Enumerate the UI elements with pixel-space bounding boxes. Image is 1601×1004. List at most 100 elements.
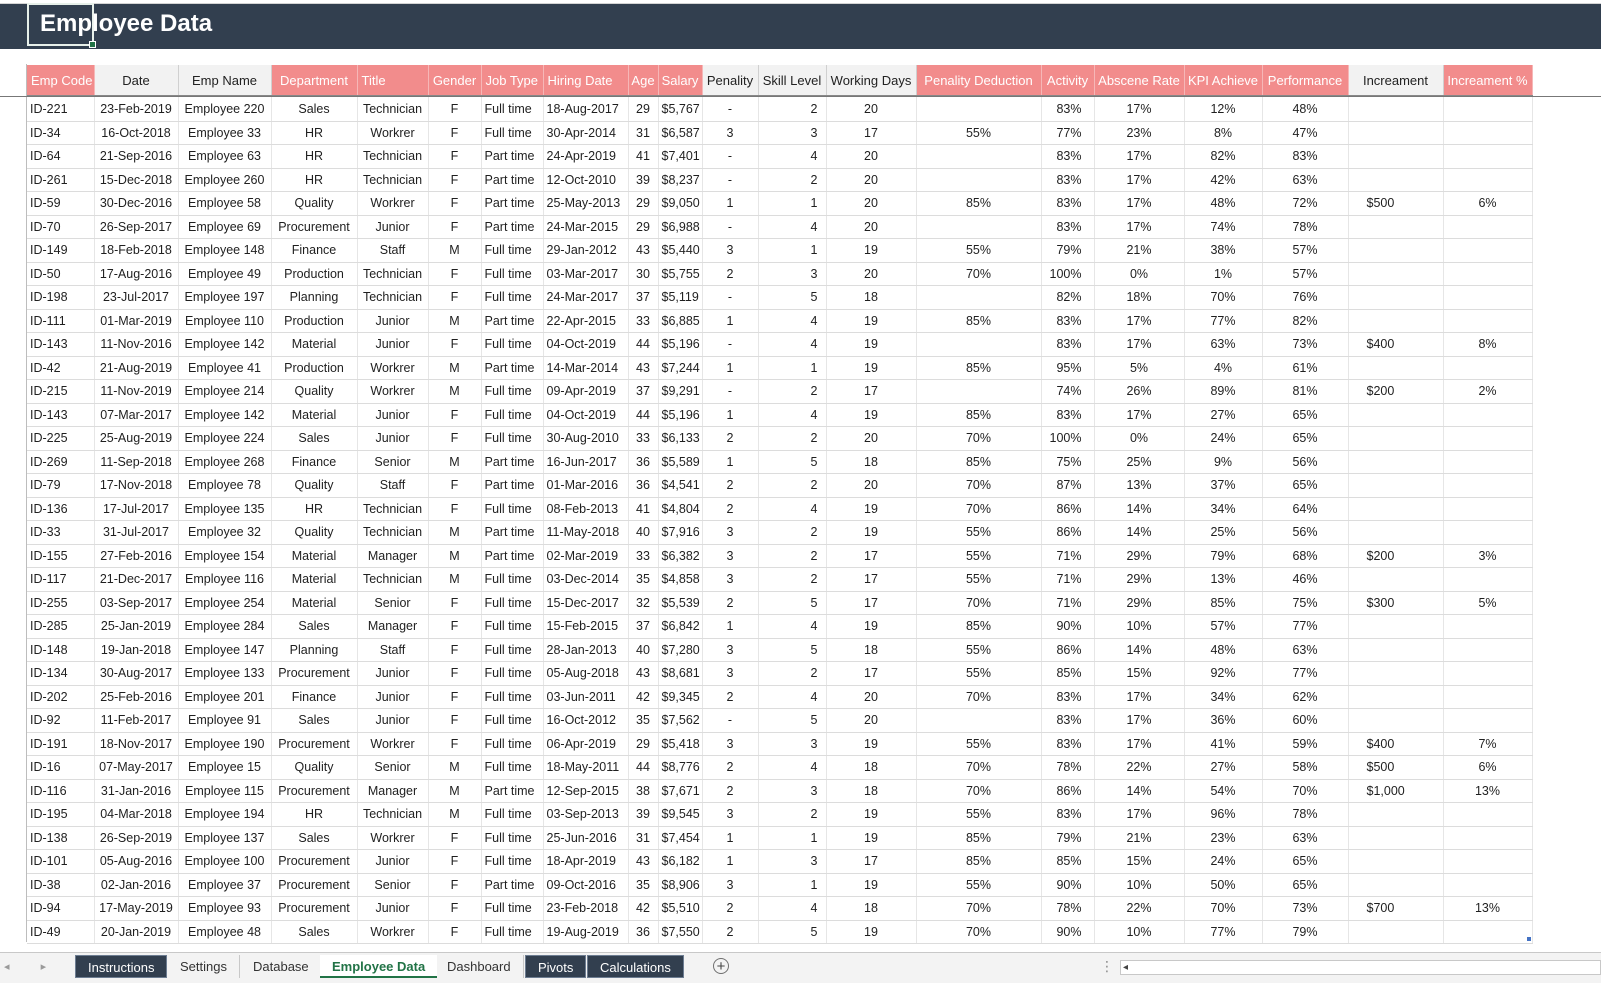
table-cell[interactable]: 19: [826, 356, 917, 380]
table-cell[interactable]: ID-42: [27, 356, 95, 380]
column-header[interactable]: Age: [628, 65, 659, 96]
table-cell[interactable]: [1443, 144, 1533, 169]
table-cell[interactable]: 77%: [1184, 920, 1263, 944]
table-cell[interactable]: [1443, 708, 1533, 733]
table-cell[interactable]: $200: [1348, 544, 1444, 568]
table-cell[interactable]: Planning: [271, 285, 358, 310]
table-cell[interactable]: Employee 33: [178, 121, 272, 145]
table-cell[interactable]: 85%: [1041, 849, 1095, 874]
table-cell[interactable]: 15-Dec-2017: [543, 591, 629, 615]
table-cell[interactable]: 83%: [1041, 215, 1095, 239]
table-cell[interactable]: 65%: [1262, 873, 1349, 897]
table-cell[interactable]: 19: [826, 520, 917, 545]
table-cell[interactable]: Sales: [271, 920, 358, 944]
table-cell[interactable]: 79%: [1262, 920, 1349, 944]
table-cell[interactable]: 21-Sep-2016: [94, 144, 179, 169]
sheet-tab-instructions[interactable]: Instructions: [75, 955, 168, 978]
table-cell[interactable]: 16-Jun-2017: [543, 450, 629, 474]
table-cell[interactable]: Procurement: [271, 873, 358, 897]
table-cell[interactable]: $400: [1348, 732, 1444, 756]
table-cell[interactable]: 27%: [1184, 755, 1263, 780]
table-cell[interactable]: 03-Jun-2011: [543, 685, 629, 709]
table-cell[interactable]: 19: [826, 802, 917, 827]
table-cell[interactable]: Part time: [481, 473, 544, 498]
table-cell[interactable]: 30-Aug-2010: [543, 426, 629, 451]
table-cell[interactable]: Employee 197: [178, 285, 272, 310]
table-cell[interactable]: 5: [758, 285, 827, 310]
table-cell[interactable]: 29%: [1094, 544, 1185, 568]
column-header[interactable]: Penality Deduction: [916, 65, 1042, 96]
table-cell[interactable]: F: [428, 285, 482, 310]
table-cell[interactable]: $500: [1348, 755, 1444, 780]
table-cell[interactable]: Procurement: [271, 661, 358, 686]
table-cell[interactable]: [1348, 121, 1444, 145]
table-cell[interactable]: 74%: [1184, 215, 1263, 239]
table-cell[interactable]: 17: [826, 661, 917, 686]
table-cell[interactable]: 77%: [1041, 121, 1095, 145]
table-cell[interactable]: 14-Mar-2014: [543, 356, 629, 380]
table-cell[interactable]: [1443, 403, 1533, 427]
column-header[interactable]: Skill Level: [758, 65, 827, 96]
table-cell[interactable]: 1: [758, 873, 827, 897]
table-cell[interactable]: -: [702, 215, 759, 239]
table-cell[interactable]: Procurement: [271, 215, 358, 239]
table-cell[interactable]: ID-215: [27, 379, 95, 404]
table-cell[interactable]: Technician: [357, 144, 429, 169]
column-header[interactable]: Performance: [1262, 65, 1349, 96]
table-cell[interactable]: ID-59: [27, 191, 95, 216]
table-cell[interactable]: F: [428, 920, 482, 944]
table-cell[interactable]: 75%: [1041, 450, 1095, 474]
table-cell[interactable]: 10%: [1094, 614, 1185, 639]
table-cell[interactable]: 31-Jul-2017: [94, 520, 179, 545]
table-cell[interactable]: F: [428, 614, 482, 639]
table-cell[interactable]: Employee 69: [178, 215, 272, 239]
table-cell[interactable]: 03-Sep-2013: [543, 802, 629, 827]
table-cell[interactable]: Technician: [357, 802, 429, 827]
table-cell[interactable]: F: [428, 144, 482, 169]
table-cell[interactable]: 72%: [1262, 191, 1349, 216]
table-cell[interactable]: [1443, 873, 1533, 897]
table-cell[interactable]: 03-Sep-2017: [94, 591, 179, 615]
table-cell[interactable]: Material: [271, 567, 358, 592]
table-cell[interactable]: Production: [271, 262, 358, 286]
table-cell[interactable]: $6,587: [658, 121, 703, 145]
table-cell[interactable]: 63%: [1262, 826, 1349, 850]
table-cell[interactable]: 11-May-2018: [543, 520, 629, 545]
table-cell[interactable]: 83%: [1041, 309, 1095, 333]
table-cell[interactable]: 35: [628, 708, 659, 733]
table-cell[interactable]: 4: [758, 309, 827, 333]
table-cell[interactable]: Full time: [481, 403, 544, 427]
table-cell[interactable]: ID-92: [27, 708, 95, 733]
table-cell[interactable]: [1443, 356, 1533, 380]
table-cell[interactable]: [1443, 638, 1533, 662]
table-cell[interactable]: 36: [628, 920, 659, 944]
table-cell[interactable]: 19: [826, 309, 917, 333]
table-cell[interactable]: 55%: [916, 544, 1042, 568]
table-cell[interactable]: 16-Oct-2018: [94, 121, 179, 145]
table-cell[interactable]: 0%: [1094, 262, 1185, 286]
table-cell[interactable]: 36: [628, 473, 659, 498]
table-cell[interactable]: 18: [826, 638, 917, 662]
table-cell[interactable]: ID-148: [27, 638, 95, 662]
table-cell[interactable]: 26-Sep-2019: [94, 826, 179, 850]
table-cell[interactable]: F: [428, 332, 482, 357]
table-cell[interactable]: Quality: [271, 520, 358, 545]
table-cell[interactable]: [916, 215, 1042, 239]
table-cell[interactable]: M: [428, 567, 482, 592]
column-header[interactable]: Emp Name: [178, 65, 272, 96]
table-cell[interactable]: 65%: [1262, 473, 1349, 498]
table-cell[interactable]: 83%: [1041, 168, 1095, 192]
table-cell[interactable]: 17%: [1094, 732, 1185, 756]
table-cell[interactable]: ID-34: [27, 121, 95, 145]
table-cell[interactable]: 21%: [1094, 826, 1185, 850]
table-cell[interactable]: [1348, 802, 1444, 827]
table-cell[interactable]: Part time: [481, 450, 544, 474]
table-cell[interactable]: [1348, 426, 1444, 451]
table-cell[interactable]: 65%: [1262, 403, 1349, 427]
table-cell[interactable]: [916, 708, 1042, 733]
table-cell[interactable]: 18%: [1094, 285, 1185, 310]
column-header[interactable]: Gender: [428, 65, 482, 96]
table-cell[interactable]: 4: [758, 896, 827, 921]
column-header[interactable]: Department: [271, 65, 358, 96]
table-cell[interactable]: [1443, 685, 1533, 709]
